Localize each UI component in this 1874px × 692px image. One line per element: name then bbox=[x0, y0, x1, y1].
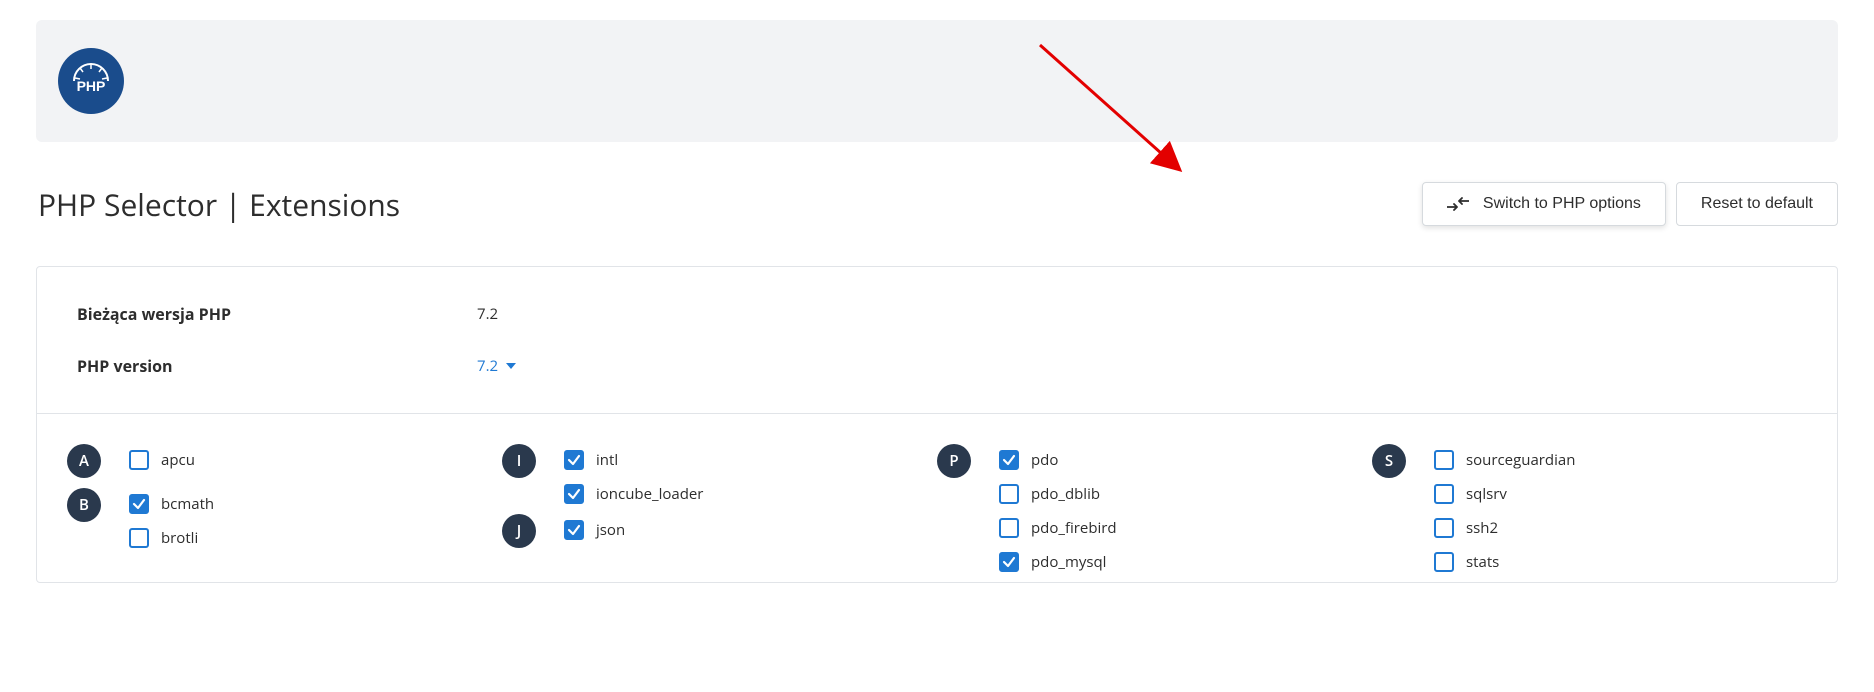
reset-to-default-button[interactable]: Reset to default bbox=[1676, 182, 1838, 226]
ext-item-brotli: brotli bbox=[129, 528, 214, 548]
top-banner: PHP bbox=[36, 20, 1838, 142]
ext-checkbox-pdo_dblib[interactable] bbox=[999, 484, 1019, 504]
ext-checkbox-ssh2[interactable] bbox=[1434, 518, 1454, 538]
letter-group: Ppdo pdo_dblib pdo_firebird pdo_mysql bbox=[937, 444, 1372, 572]
ext-list: bcmath brotli bbox=[129, 488, 214, 548]
ext-label: json bbox=[596, 520, 625, 540]
ext-checkbox-sqlsrv[interactable] bbox=[1434, 484, 1454, 504]
caret-down-icon bbox=[506, 363, 516, 369]
ext-checkbox-stats[interactable] bbox=[1434, 552, 1454, 572]
ext-item-intl: intl bbox=[564, 450, 703, 470]
php-version-label: PHP version bbox=[77, 355, 477, 377]
svg-text:PHP: PHP bbox=[77, 78, 106, 94]
ext-checkbox-brotli[interactable] bbox=[129, 528, 149, 548]
ext-checkbox-json[interactable] bbox=[564, 520, 584, 540]
ext-column: Ppdo pdo_dblib pdo_firebird pdo_mysql bbox=[937, 444, 1372, 582]
letter-group: Iintl ioncube_loader bbox=[502, 444, 937, 504]
ext-item-ssh2: ssh2 bbox=[1434, 518, 1575, 538]
letter-badge: S bbox=[1372, 444, 1406, 478]
ext-checkbox-pdo_firebird[interactable] bbox=[999, 518, 1019, 538]
switch-button-label: Switch to PHP options bbox=[1483, 195, 1641, 213]
ext-checkbox-bcmath[interactable] bbox=[129, 494, 149, 514]
version-section: Bieżąca wersja PHP 7.2 PHP version 7.2 bbox=[37, 267, 1837, 414]
letter-group: Aapcu bbox=[67, 444, 502, 478]
current-version-value: 7.2 bbox=[477, 304, 498, 324]
ext-list: intl ioncube_loader bbox=[564, 444, 703, 504]
ext-label: brotli bbox=[161, 528, 198, 548]
ext-label: sqlsrv bbox=[1466, 484, 1507, 504]
letter-badge: P bbox=[937, 444, 971, 478]
letter-badge: I bbox=[502, 444, 536, 478]
ext-column: Ssourceguardian sqlsrv ssh2 stats bbox=[1372, 444, 1807, 582]
switch-to-options-button[interactable]: Switch to PHP options bbox=[1422, 182, 1666, 226]
php-version-dropdown[interactable]: 7.2 bbox=[477, 356, 516, 376]
title-actions: Switch to PHP options Reset to default bbox=[1422, 182, 1838, 226]
ext-item-pdo_dblib: pdo_dblib bbox=[999, 484, 1117, 504]
ext-item-sourceguardian: sourceguardian bbox=[1434, 450, 1575, 470]
ext-label: stats bbox=[1466, 552, 1499, 572]
ext-list: sourceguardian sqlsrv ssh2 stats bbox=[1434, 444, 1575, 572]
ext-item-apcu: apcu bbox=[129, 450, 195, 470]
ext-checkbox-pdo_mysql[interactable] bbox=[999, 552, 1019, 572]
ext-checkbox-pdo[interactable] bbox=[999, 450, 1019, 470]
letter-group: Bbcmath brotli bbox=[67, 488, 502, 548]
ext-label: pdo_firebird bbox=[1031, 518, 1117, 538]
ext-column: Aapcu Bbcmath brotli bbox=[67, 444, 502, 582]
ext-label: apcu bbox=[161, 450, 195, 470]
current-version-label: Bieżąca wersja PHP bbox=[77, 303, 477, 325]
ext-label: ioncube_loader bbox=[596, 484, 703, 504]
ext-item-bcmath: bcmath bbox=[129, 494, 214, 514]
ext-label: bcmath bbox=[161, 494, 214, 514]
ext-list: apcu bbox=[129, 444, 195, 470]
ext-list: pdo pdo_dblib pdo_firebird pdo_mysql bbox=[999, 444, 1117, 572]
ext-label: intl bbox=[596, 450, 618, 470]
letter-group: Ssourceguardian sqlsrv ssh2 stats bbox=[1372, 444, 1807, 572]
ext-checkbox-apcu[interactable] bbox=[129, 450, 149, 470]
letter-group: Jjson bbox=[502, 514, 937, 548]
letter-badge: B bbox=[67, 488, 101, 522]
ext-label: pdo_dblib bbox=[1031, 484, 1100, 504]
letter-badge: A bbox=[67, 444, 101, 478]
switch-icon bbox=[1447, 197, 1469, 211]
ext-column: Iintl ioncube_loader Jjson bbox=[502, 444, 937, 582]
ext-label: pdo bbox=[1031, 450, 1058, 470]
ext-item-pdo_mysql: pdo_mysql bbox=[999, 552, 1117, 572]
ext-item-json: json bbox=[564, 520, 625, 540]
ext-item-pdo_firebird: pdo_firebird bbox=[999, 518, 1117, 538]
ext-checkbox-intl[interactable] bbox=[564, 450, 584, 470]
ext-list: json bbox=[564, 514, 625, 540]
ext-item-sqlsrv: sqlsrv bbox=[1434, 484, 1575, 504]
php-logo-icon: PHP bbox=[58, 48, 124, 114]
ext-label: ssh2 bbox=[1466, 518, 1498, 538]
main-panel: Bieżąca wersja PHP 7.2 PHP version 7.2 A… bbox=[36, 266, 1838, 583]
extensions-grid: Aapcu Bbcmath brotli Iintl ioncube_loader Jjs… bbox=[37, 414, 1837, 582]
ext-checkbox-sourceguardian[interactable] bbox=[1434, 450, 1454, 470]
ext-label: sourceguardian bbox=[1466, 450, 1575, 470]
letter-badge: J bbox=[502, 514, 536, 548]
php-version-selected: 7.2 bbox=[477, 356, 498, 376]
ext-checkbox-ioncube_loader[interactable] bbox=[564, 484, 584, 504]
ext-label: pdo_mysql bbox=[1031, 552, 1106, 572]
ext-item-ioncube_loader: ioncube_loader bbox=[564, 484, 703, 504]
reset-button-label: Reset to default bbox=[1701, 195, 1813, 213]
ext-item-pdo: pdo bbox=[999, 450, 1117, 470]
page-title: PHP Selector | Extensions bbox=[38, 184, 400, 225]
ext-item-stats: stats bbox=[1434, 552, 1575, 572]
